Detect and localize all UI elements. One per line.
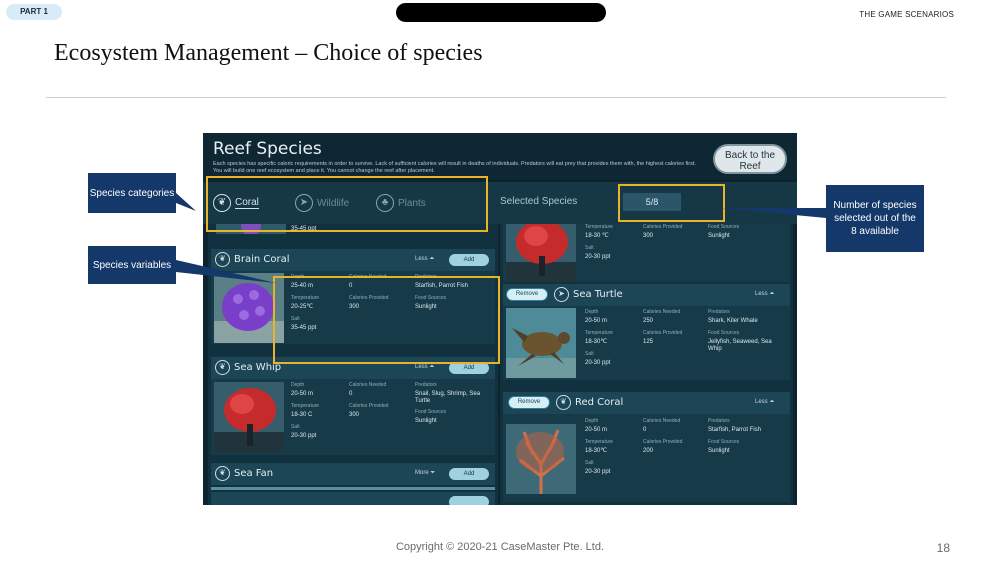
page-number: 18: [936, 541, 950, 555]
callout-species-categories: Species categories: [88, 173, 176, 213]
callout-text: Species categories: [89, 187, 175, 199]
copyright: Copyright © 2020-21 CaseMaster Pte. Ltd.: [395, 541, 605, 553]
variables-pointer: [176, 260, 276, 283]
categories-pointer: [176, 193, 196, 211]
callout-species-variables: Species variables: [88, 246, 176, 284]
count-pointer: [722, 208, 826, 218]
callout-species-count: Number of species selected out of the 8 …: [826, 185, 924, 252]
callout-text: Species variables: [92, 259, 172, 271]
callout-text: Number of species selected out of the 8 …: [833, 200, 917, 237]
